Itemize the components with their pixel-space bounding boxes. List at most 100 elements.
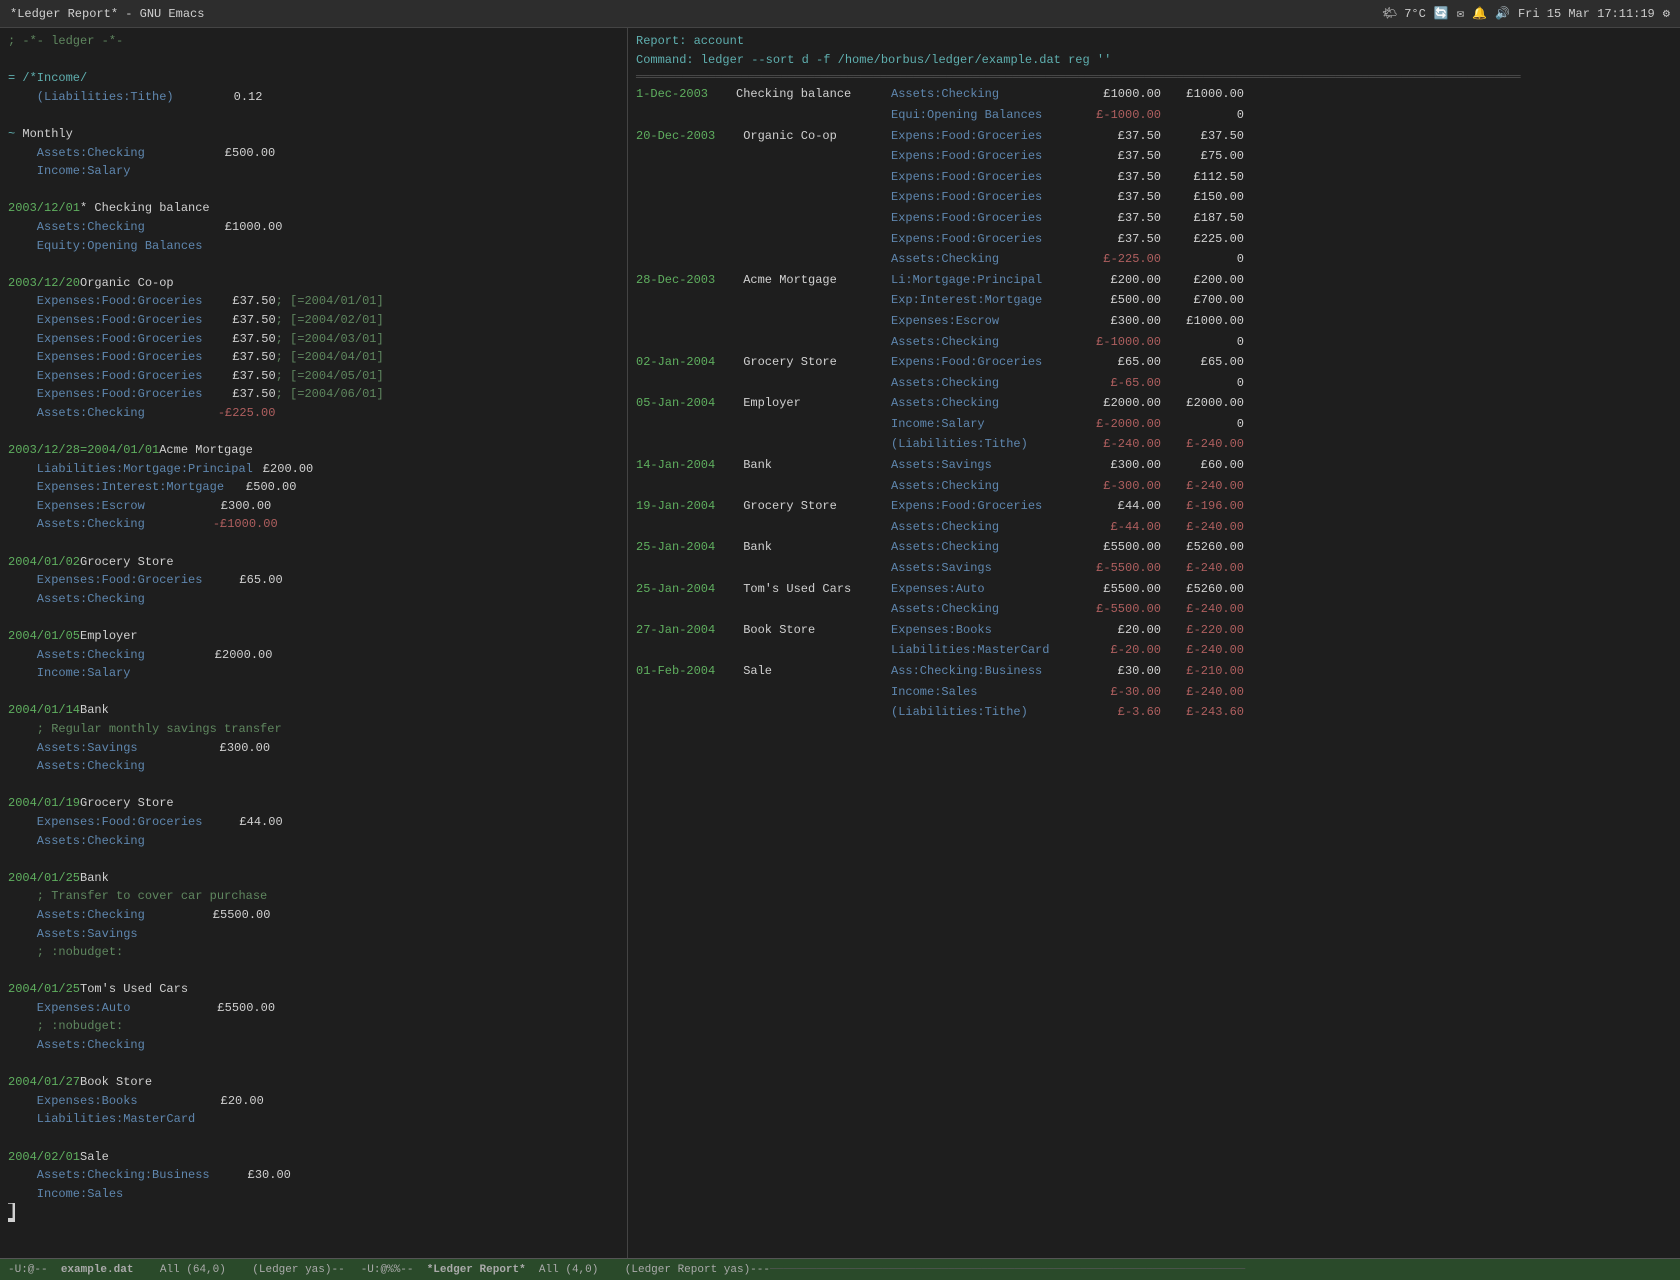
list-item: = /*Income/	[8, 69, 619, 88]
list-item: ; Transfer to cover car purchase	[8, 887, 619, 906]
list-item: 27-Jan-2004 Book Store Expenses:Books £2…	[628, 620, 1680, 641]
status-left-position: All (64,0)	[133, 1264, 252, 1276]
list-item: 19-Jan-2004 Grocery Store Expens:Food:Gr…	[628, 496, 1680, 517]
status-right: -U:@%%-- *Ledger Report* All (4,0) (Ledg…	[353, 1259, 1680, 1280]
list-item: Expenses:Food:Groceries£44.00	[8, 813, 619, 832]
list-item: (Liabilities:Tithe) £-240.00 £-240.00	[628, 434, 1680, 455]
list-item: Expenses:Books£20.00	[8, 1092, 619, 1111]
list-item: Assets:Checking £-1000.00 0	[628, 332, 1680, 353]
list-item: Expenses:Food:Groceries£37.50 ; [=2004/0…	[8, 330, 619, 349]
list-item: Expens:Food:Groceries £37.50 £187.50	[628, 208, 1680, 229]
list-item: ; :nobudget:	[8, 1017, 619, 1036]
volume-icon[interactable]: 🔊	[1495, 6, 1510, 21]
list-item: 2004/02/01 Sale	[8, 1148, 619, 1167]
list-item: Expenses:Food:Groceries£37.50 ; [=2004/0…	[8, 385, 619, 404]
list-item: 2003/12/20 Organic Co-op	[8, 274, 619, 293]
list-item: Assets:Checking	[8, 832, 619, 851]
list-item: 1-Dec-2003 Checking balance Assets:Check…	[628, 84, 1680, 105]
list-item: Assets:Checking£1000.00	[8, 218, 619, 237]
list-item: Expens:Food:Groceries £37.50 £75.00	[628, 146, 1680, 167]
list-item: Income:Salary £-2000.00 0	[628, 414, 1680, 435]
clock-display: Fri 15 Mar 17:11:19	[1518, 7, 1655, 21]
list-item: Assets:Savings£300.00	[8, 739, 619, 758]
weather-display: 🌤 7°C	[1382, 6, 1426, 21]
list-item	[8, 683, 619, 702]
mail-icon[interactable]: ✉	[1457, 6, 1464, 21]
list-item: Assets:Checking £-44.00 £-240.00	[628, 517, 1680, 538]
list-item	[8, 850, 619, 869]
titlebar-right: 🌤 7°C 🔄 ✉ 🔔 🔊 Fri 15 Mar 17:11:19 ⚙	[1382, 6, 1670, 21]
list-item: Equi:Opening Balances £-1000.00 0	[628, 105, 1680, 126]
list-item: 14-Jan-2004 Bank Assets:Savings £300.00 …	[628, 455, 1680, 476]
list-item: 2004/01/05 Employer	[8, 627, 619, 646]
list-item: Exp:Interest:Mortgage £500.00 £700.00	[628, 290, 1680, 311]
status-right-mode: -U:@%%--	[361, 1264, 427, 1276]
list-item: 02-Jan-2004 Grocery Store Expens:Food:Gr…	[628, 352, 1680, 373]
list-item	[8, 181, 619, 200]
status-left-filename: example.dat	[61, 1264, 134, 1276]
status-right-modename: (Ledger Report yas)---	[625, 1264, 770, 1276]
list-item: Assets:Checking	[8, 1036, 619, 1055]
list-item	[8, 1055, 619, 1074]
right-pane[interactable]: Report: account Command: ledger --sort d…	[628, 28, 1680, 1258]
list-item	[8, 106, 619, 125]
list-item: Expenses:Escrow £300.00 £1000.00	[628, 311, 1680, 332]
list-item: (Liabilities:Tithe)0.12	[8, 88, 619, 107]
list-item: Expenses:Escrow£300.00	[8, 497, 619, 516]
list-item: Liabilities:Mortgage:Principal£200.00	[8, 460, 619, 479]
cursor-line: ▋	[8, 1203, 619, 1222]
settings-icon[interactable]: ⚙	[1663, 6, 1670, 21]
list-item: 20-Dec-2003 Organic Co-op Expens:Food:Gr…	[628, 126, 1680, 147]
list-item	[8, 255, 619, 274]
titlebar-title: *Ledger Report* - GNU Emacs	[10, 7, 204, 21]
list-item: Assets:Checking £-300.00 £-240.00	[628, 476, 1680, 497]
list-item: 2003/12/28=2004/01/01 Acme Mortgage	[8, 441, 619, 460]
list-item: Assets:Checking £-65.00 0	[628, 373, 1680, 394]
list-item: 2003/12/01 * Checking balance	[8, 199, 619, 218]
report-separator: ════════════════════════════════════════…	[628, 72, 1680, 84]
list-item: Expenses:Food:Groceries£37.50 ; [=2004/0…	[8, 311, 619, 330]
list-item: Income:Salary	[8, 664, 619, 683]
list-item: ; :nobudget:	[8, 943, 619, 962]
list-item	[8, 422, 619, 441]
status-left-mode: -U:@--	[8, 1264, 61, 1276]
list-item: 2004/01/02 Grocery Store	[8, 553, 619, 572]
status-bar: -U:@-- example.dat All (64,0) (Ledger ya…	[0, 1258, 1680, 1280]
list-item: 2004/01/19 Grocery Store	[8, 794, 619, 813]
list-item: Expenses:Interest:Mortgage£500.00	[8, 478, 619, 497]
list-item: Assets:Checking£5500.00	[8, 906, 619, 925]
list-item: 25-Jan-2004 Tom's Used Cars Expenses:Aut…	[628, 579, 1680, 600]
list-item: Income:Sales	[8, 1185, 619, 1204]
list-item: Income:Sales £-30.00 £-240.00	[628, 682, 1680, 703]
titlebar: *Ledger Report* - GNU Emacs 🌤 7°C 🔄 ✉ 🔔 …	[0, 0, 1680, 28]
list-item: Assets:Checking	[8, 757, 619, 776]
list-item: 01-Feb-2004 Sale Ass:Checking:Business £…	[628, 661, 1680, 682]
list-item: 2004/01/14 Bank	[8, 701, 619, 720]
list-item: Income:Salary	[8, 162, 619, 181]
list-item: Assets:Checking £-225.00 0	[628, 249, 1680, 270]
list-item: Assets:Checking-£1000.00	[8, 515, 619, 534]
list-item: Expens:Food:Groceries £37.50 £225.00	[628, 229, 1680, 250]
report-title: Report: account	[636, 32, 1672, 51]
list-item: 25-Jan-2004 Bank Assets:Checking £5500.0…	[628, 537, 1680, 558]
left-pane[interactable]: ; -*- ledger -*- = /*Income/ (Liabilitie…	[0, 28, 628, 1258]
list-item	[8, 51, 619, 70]
list-item	[8, 962, 619, 981]
list-item: Assets:Checking-£225.00	[8, 404, 619, 423]
list-item: Equity:Opening Balances	[8, 237, 619, 256]
status-right-filename: *Ledger Report*	[427, 1264, 526, 1276]
list-item: Assets:Checking£500.00	[8, 144, 619, 163]
list-item: Assets:Checking£2000.00	[8, 646, 619, 665]
list-item: 05-Jan-2004 Employer Assets:Checking £20…	[628, 393, 1680, 414]
list-item: Expens:Food:Groceries £37.50 £112.50	[628, 167, 1680, 188]
list-item: 28-Dec-2003 Acme Mortgage Li:Mortgage:Pr…	[628, 270, 1680, 291]
left-editor[interactable]: ; -*- ledger -*- = /*Income/ (Liabilitie…	[0, 28, 627, 1258]
refresh-icon[interactable]: 🔄	[1434, 6, 1449, 21]
list-item: Assets:Checking:Business£30.00	[8, 1166, 619, 1185]
list-item: Assets:Checking £-5500.00 £-240.00	[628, 599, 1680, 620]
list-item	[8, 1129, 619, 1148]
network-icon[interactable]: 🔔	[1472, 6, 1487, 21]
list-item: Assets:Checking	[8, 590, 619, 609]
list-item: Expenses:Food:Groceries£37.50 ; [=2004/0…	[8, 367, 619, 386]
list-item: 2004/01/27 Book Store	[8, 1073, 619, 1092]
